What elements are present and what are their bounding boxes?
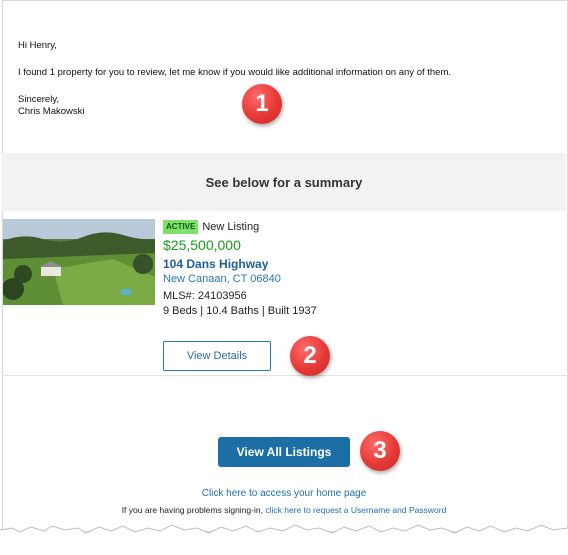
listing-specs: 9 Beds | 10.4 Baths | Built 1937: [163, 305, 317, 317]
listing-details: ACTIVE New Listing $25,500,000 104 Dans …: [163, 219, 543, 317]
callout-marker-3: 3: [360, 431, 400, 471]
greeting-text: Hi Henry,: [18, 40, 57, 51]
signin-help-row: If you are having problems signing-in, c…: [0, 505, 568, 515]
listing-address-link[interactable]: 104 Dans Highway: [163, 257, 543, 271]
status-badge: ACTIVE: [163, 220, 199, 234]
message-body: I found 1 property for you to review, le…: [18, 67, 452, 78]
status-text: New Listing: [202, 221, 260, 233]
listing-city-link[interactable]: New Canaan, CT 06840: [163, 273, 543, 285]
view-all-listings-button[interactable]: View All Listings: [218, 437, 350, 467]
listing-price: $25,500,000: [163, 237, 241, 253]
request-credentials-link[interactable]: click here to request a Username and Pas…: [265, 505, 446, 515]
signin-help-text: If you are having problems signing-in,: [121, 505, 263, 515]
property-photo[interactable]: [3, 219, 155, 305]
closing-text: Sincerely,: [18, 94, 60, 105]
home-page-link[interactable]: Click here to access your home page: [0, 488, 568, 499]
signature-text: Chris Makowski: [18, 106, 85, 117]
listing-mls: MLS#: 24103956: [163, 290, 247, 302]
listing-card: ACTIVE New Listing $25,500,000 104 Dans …: [2, 211, 566, 376]
callout-marker-2: 2: [290, 336, 330, 376]
status-row: ACTIVE New Listing: [163, 219, 543, 235]
property-photo-image: [3, 219, 155, 305]
callout-marker-1: 1: [242, 84, 282, 124]
summary-heading: See below for a summary: [2, 153, 566, 211]
view-details-button[interactable]: View Details: [163, 341, 271, 371]
torn-paper-edge: [0, 524, 568, 555]
email-message: Hi Henry, I found 1 property for you to …: [18, 40, 451, 118]
